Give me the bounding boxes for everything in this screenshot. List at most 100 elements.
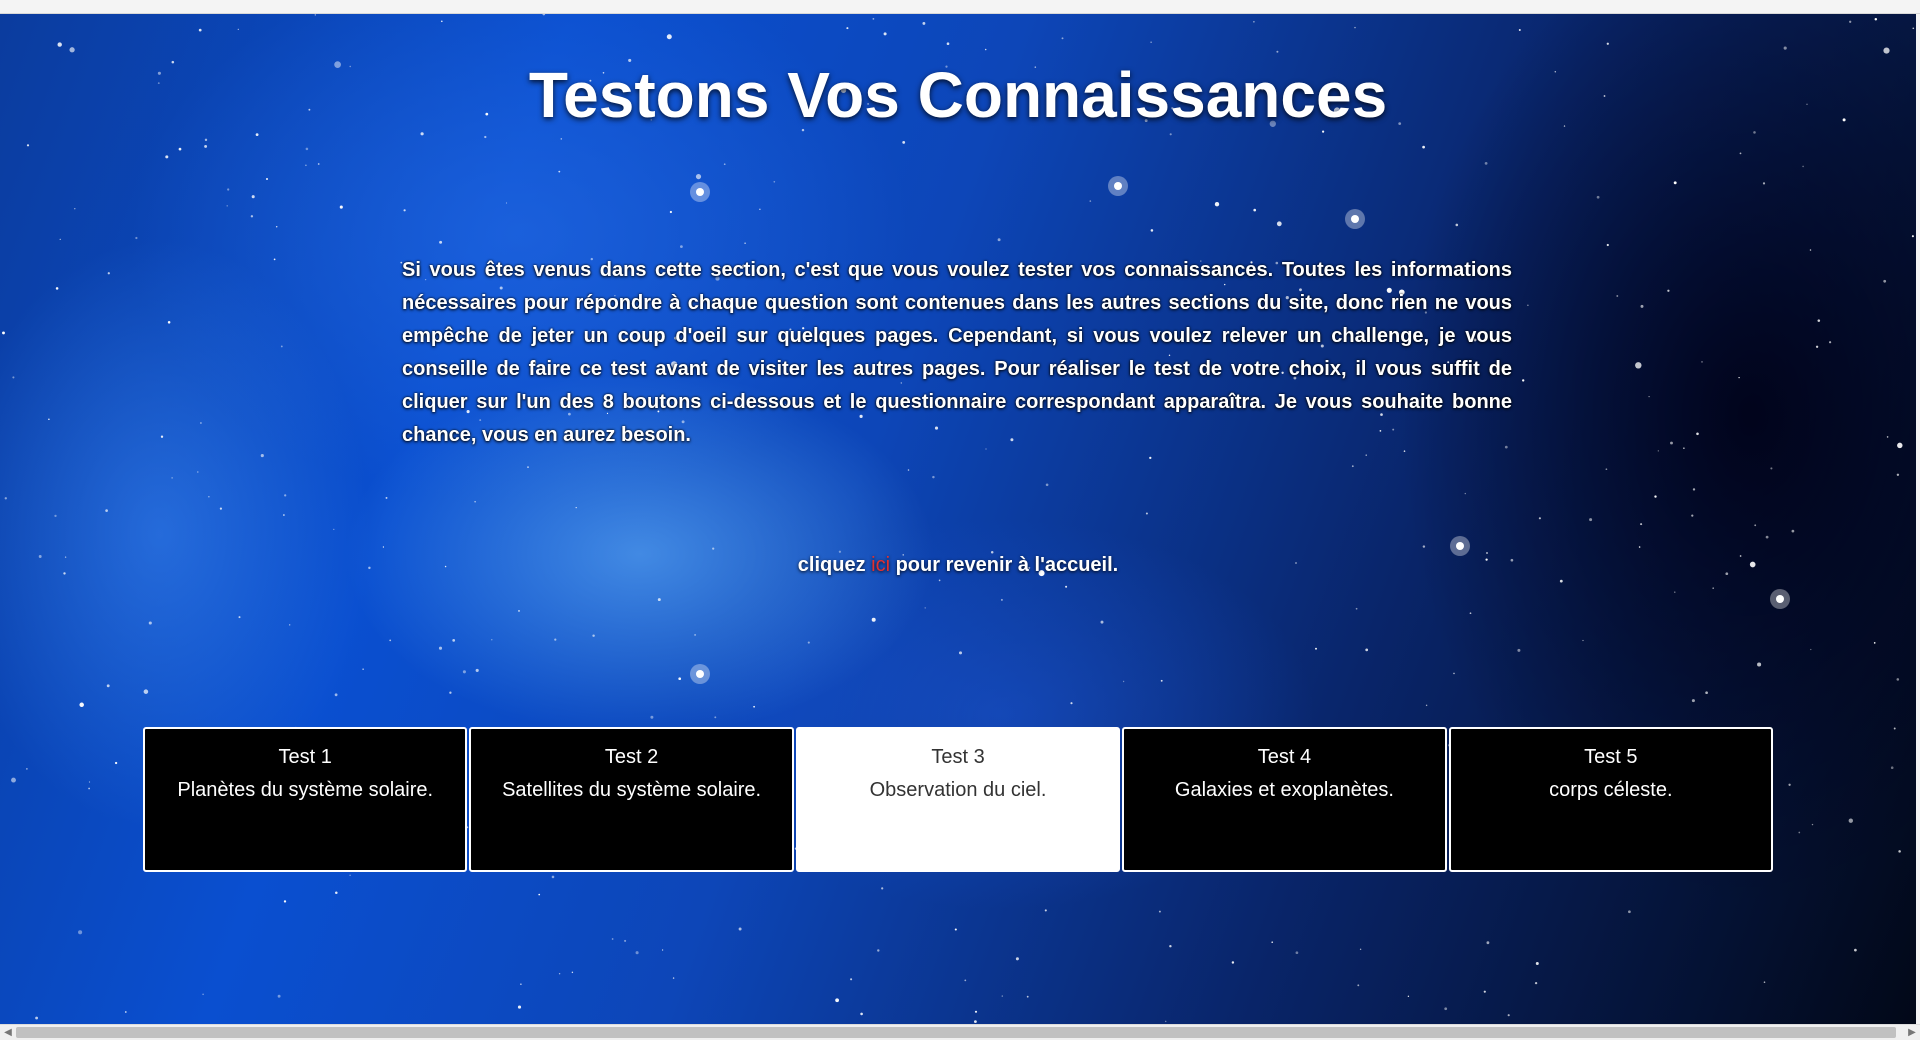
star <box>1351 465 1354 468</box>
star <box>505 202 508 204</box>
star <box>105 509 108 512</box>
chevron-left-icon[interactable]: ◀ <box>0 1026 16 1040</box>
star <box>114 761 118 765</box>
star <box>1150 229 1154 232</box>
star <box>238 616 241 619</box>
star <box>1145 512 1148 515</box>
star <box>1160 679 1163 682</box>
test-3-button[interactable]: Test 3 Observation du ciel. <box>795 727 1121 872</box>
test-5-label: Test 5 <box>1584 746 1638 768</box>
star <box>1848 818 1853 823</box>
star <box>1898 850 1901 853</box>
star <box>237 28 239 31</box>
star <box>1873 642 1876 644</box>
star <box>551 875 555 879</box>
star <box>165 155 169 159</box>
star <box>1486 941 1490 945</box>
star <box>1354 26 1356 29</box>
star <box>1425 704 1428 707</box>
star <box>753 705 755 708</box>
bright-star <box>696 670 704 678</box>
star <box>860 1012 863 1016</box>
star <box>661 949 664 951</box>
star <box>558 973 561 975</box>
star <box>1762 182 1766 185</box>
star <box>538 893 541 896</box>
chevron-right-icon[interactable]: ▶ <box>1904 1026 1920 1040</box>
star <box>744 242 746 245</box>
star <box>48 418 50 420</box>
star <box>635 951 639 955</box>
test-2-button[interactable]: Test 2 Satellites du système solaire. <box>469 727 794 872</box>
star <box>1893 727 1896 730</box>
test-5-button[interactable]: Test 5 corps céleste. <box>1448 727 1774 872</box>
star <box>148 621 152 625</box>
star <box>1692 488 1696 491</box>
star <box>339 205 343 209</box>
star <box>624 939 627 942</box>
star <box>462 670 466 674</box>
star <box>171 477 173 479</box>
star <box>1770 467 1773 470</box>
star <box>678 677 682 681</box>
star <box>283 514 285 516</box>
star <box>452 639 456 642</box>
star <box>964 979 967 982</box>
star <box>333 528 335 531</box>
star <box>1791 529 1795 533</box>
star <box>1582 639 1584 642</box>
star <box>872 18 875 20</box>
star <box>1738 376 1740 379</box>
star <box>362 668 364 670</box>
star <box>1701 361 1703 363</box>
star <box>1359 948 1362 950</box>
star <box>1422 145 1425 149</box>
star <box>560 138 563 140</box>
star <box>1648 395 1650 398</box>
star <box>124 1011 127 1013</box>
star <box>69 47 75 53</box>
star <box>1757 662 1762 667</box>
star <box>1026 995 1029 998</box>
star <box>657 598 661 602</box>
star <box>1365 648 1369 652</box>
scrollbar-thumb[interactable] <box>16 1027 1896 1038</box>
star <box>997 238 1001 242</box>
star <box>1874 17 1878 21</box>
star <box>575 506 577 509</box>
star <box>1455 223 1459 227</box>
star <box>1522 379 1525 382</box>
star <box>334 693 338 697</box>
star <box>1691 514 1694 517</box>
test-1-subtitle: Planètes du système solaire. <box>177 779 434 801</box>
star <box>558 170 561 173</box>
star <box>219 507 222 510</box>
star <box>26 768 28 770</box>
star <box>922 21 926 25</box>
star <box>202 993 204 996</box>
horizontal-scrollbar[interactable]: ◀ ▶ <box>0 1024 1920 1040</box>
star <box>74 208 76 210</box>
star <box>1535 962 1539 965</box>
star <box>1616 295 1619 297</box>
star <box>932 475 935 479</box>
star <box>1911 235 1914 238</box>
star <box>1355 607 1358 610</box>
bright-star <box>1351 215 1359 223</box>
test-4-button[interactable]: Test 4 Galaxies et exoplanètes. <box>1122 727 1447 872</box>
home-link[interactable]: ici <box>871 554 890 576</box>
star <box>349 874 351 876</box>
star <box>877 949 880 952</box>
star <box>695 174 702 180</box>
star <box>1469 612 1472 615</box>
star <box>871 617 876 622</box>
test-1-button[interactable]: Test 1 Planètes du système solaire. <box>143 727 468 872</box>
star <box>738 927 742 931</box>
star <box>178 147 182 151</box>
star <box>11 777 16 783</box>
star <box>1896 473 1900 476</box>
star <box>520 983 522 985</box>
space-background: Testons Vos Connaissances Si vous êtes v… <box>0 14 1916 1024</box>
star <box>227 188 230 191</box>
star <box>1150 41 1152 43</box>
